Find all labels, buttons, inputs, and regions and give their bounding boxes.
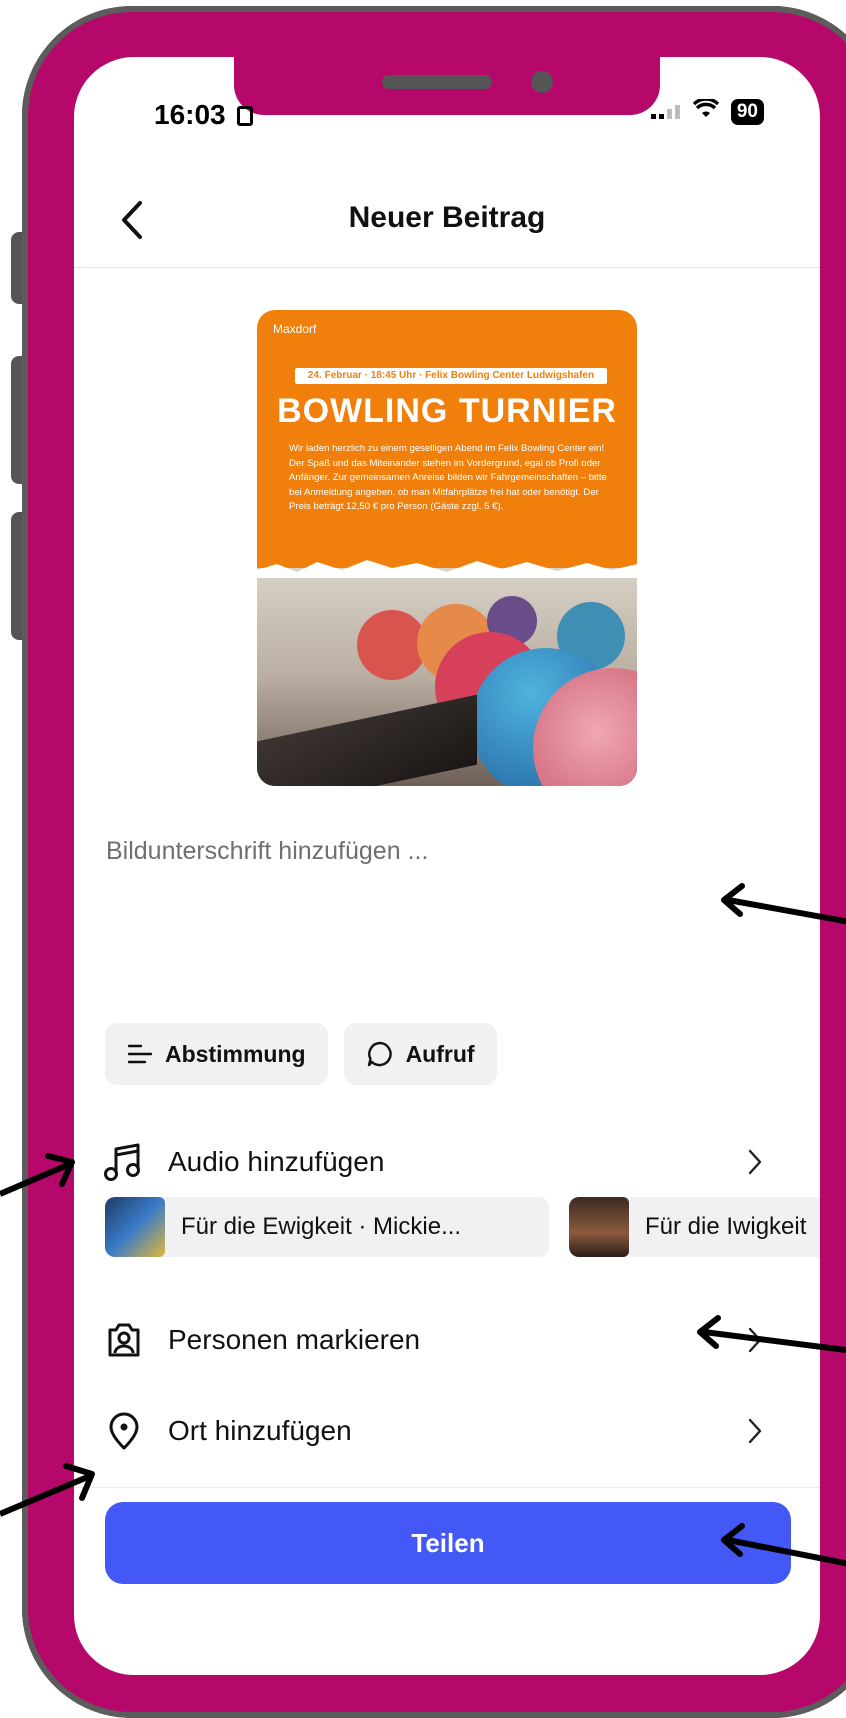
chevron-right-icon	[748, 1418, 762, 1444]
caption-input[interactable]: Bildunterschrift hinzufügen ...	[106, 837, 428, 866]
status-time-text: 16:03	[154, 99, 226, 130]
music-note-icon	[104, 1143, 140, 1181]
audio-suggestion-2[interactable]: Für die Iwigkeit	[569, 1197, 820, 1257]
add-audio-row[interactable]: Audio hinzufügen	[104, 1132, 764, 1192]
poll-icon	[127, 1044, 153, 1064]
audio-suggestions: Für die Ewigkeit · Mickie... Für die Iwi…	[105, 1197, 820, 1257]
camera	[531, 71, 553, 93]
share-button[interactable]: Teilen	[105, 1502, 791, 1584]
location-pin-icon	[109, 1412, 139, 1450]
contact-icon	[237, 106, 254, 126]
add-audio-label: Audio hinzufügen	[168, 1146, 385, 1177]
bowling-balls-photo	[257, 560, 637, 786]
poster-title: BOWLING TURNIER	[277, 392, 617, 430]
page-title: Neuer Beitrag	[348, 201, 546, 234]
poster-logo: Maxdorf	[273, 322, 317, 336]
torn-edge	[257, 560, 637, 578]
album-cover-1	[105, 1197, 165, 1257]
divider	[74, 1487, 820, 1488]
tag-people-row[interactable]: Personen markieren	[104, 1310, 764, 1370]
audio-suggestion-1[interactable]: Für die Ewigkeit · Mickie...	[105, 1197, 549, 1257]
call-chip[interactable]: Aufruf	[343, 1023, 497, 1085]
poll-chip[interactable]: Abstimmung	[105, 1023, 328, 1085]
annotation-arrow-caption	[721, 883, 846, 925]
notch	[234, 57, 660, 115]
add-location-row[interactable]: Ort hinzufügen	[104, 1401, 764, 1461]
wifi-icon	[692, 97, 720, 125]
status-time: 16:03	[154, 99, 254, 131]
annotation-arrow-location	[0, 1463, 95, 1517]
chevron-right-icon	[748, 1149, 762, 1175]
speech-bubble-icon	[367, 1041, 392, 1067]
album-cover-2	[569, 1197, 629, 1257]
annotation-arrow-share	[721, 1523, 846, 1567]
phone-screen: 16:03 90 Neuer Beitrag Maxdorf 24. Febru…	[74, 57, 820, 1675]
battery-icon: 90	[730, 99, 764, 125]
top-bar: Neuer Beitrag	[74, 177, 820, 268]
signal-icon	[650, 99, 681, 125]
add-location-label: Ort hinzufügen	[168, 1415, 352, 1446]
post-type-chips: Abstimmung Aufruf	[105, 1023, 497, 1085]
poster-banner: 24. Februar · 18:45 Uhr · Felix Bowling …	[295, 368, 607, 384]
call-chip-label: Aufruf	[405, 1040, 475, 1067]
poster-text: Wir laden herzlich zu einem geselligen A…	[289, 443, 607, 512]
ball-rack	[257, 694, 477, 786]
tag-person-icon	[108, 1323, 140, 1357]
annotation-arrow-people	[697, 1315, 846, 1353]
post-image[interactable]: Maxdorf 24. Februar · 18:45 Uhr · Felix …	[257, 310, 637, 786]
speaker	[382, 75, 492, 89]
tag-people-label: Personen markieren	[168, 1324, 421, 1355]
status-indicators: 90	[650, 97, 764, 125]
audio-suggestion-1-label: Für die Ewigkeit · Mickie...	[181, 1213, 462, 1240]
poll-chip-label: Abstimmung	[165, 1040, 306, 1067]
annotation-arrow-audio	[0, 1153, 75, 1197]
audio-suggestion-2-label: Für die Iwigkeit	[645, 1213, 807, 1240]
